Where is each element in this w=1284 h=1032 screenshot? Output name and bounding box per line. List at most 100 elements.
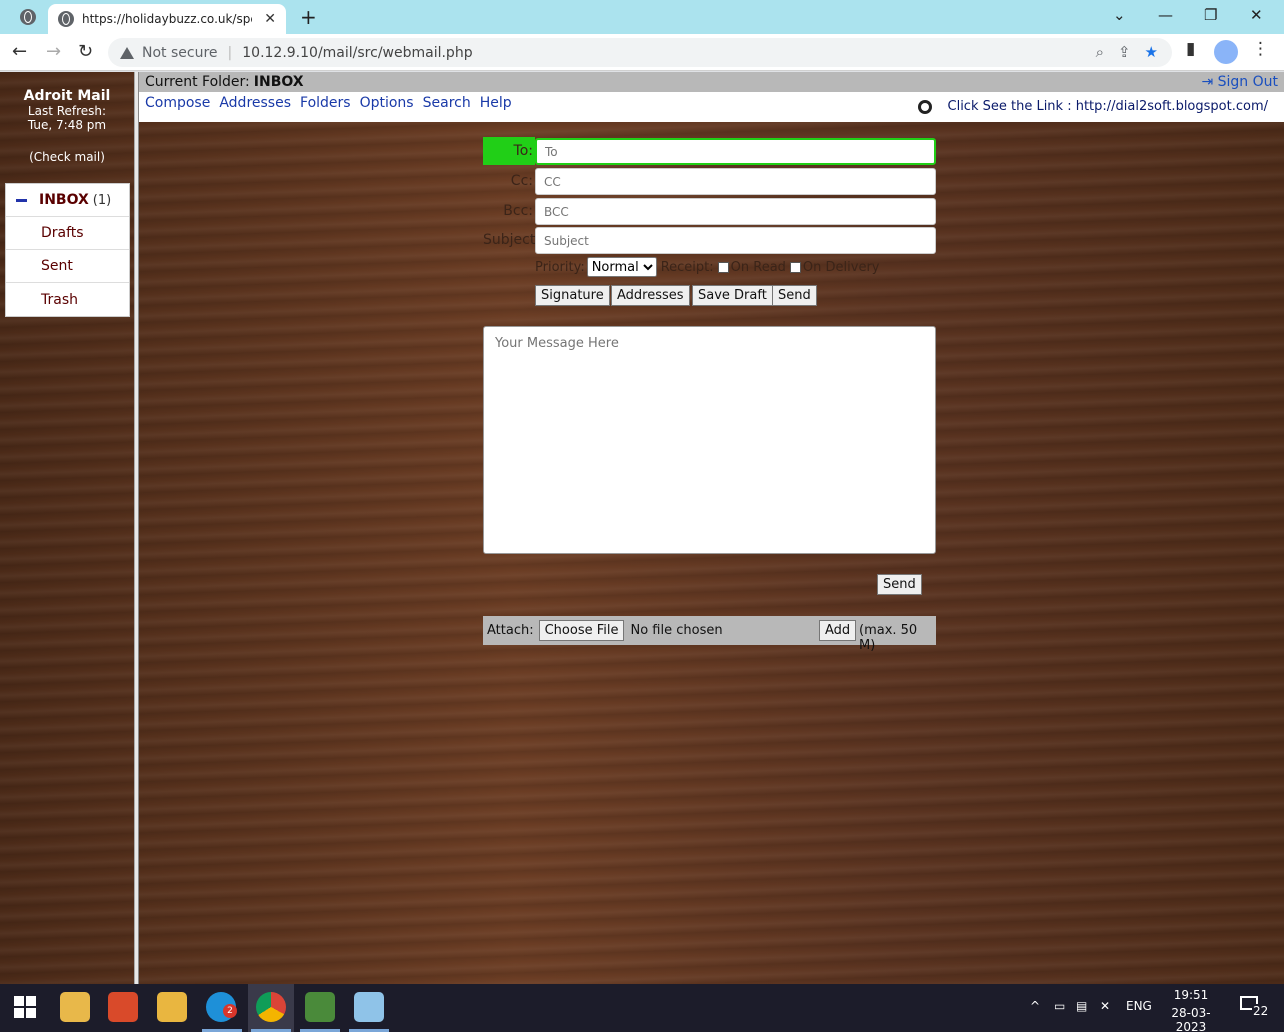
current-folder-bar: Current Folder: INBOX ⇥ Sign Out — [139, 72, 1284, 92]
browser-tab-search-icon[interactable] — [20, 9, 36, 25]
app-icon-3[interactable] — [305, 992, 335, 1022]
bcc-field[interactable] — [535, 198, 936, 225]
minimize-icon[interactable]: — — [1158, 6, 1173, 24]
site-globe-icon — [58, 11, 74, 27]
left-frame: Adroit Mail Last Refresh: Tue, 7:48 pm (… — [0, 72, 134, 984]
cc-label: Cc: — [510, 173, 533, 189]
save-draft-button[interactable]: Save Draft — [692, 285, 773, 306]
attach-bar: Attach: Choose File No file chosen Add (… — [483, 616, 936, 653]
add-attachment-button[interactable]: Add — [819, 620, 857, 641]
collapse-minus-icon[interactable] — [16, 198, 27, 202]
language-indicator[interactable]: ENG — [1126, 999, 1152, 1013]
reload-icon[interactable]: ↻ — [78, 41, 93, 62]
unread-count: (1) — [92, 192, 112, 208]
folder-sent[interactable]: Sent — [6, 250, 129, 283]
menu-bar: Compose Addresses Folders Options Search… — [139, 92, 1284, 122]
clock-time: 19:51 — [1173, 988, 1209, 1002]
folder-label: Drafts — [41, 225, 84, 241]
warning-icon — [120, 46, 134, 59]
skype-badge: 2 — [223, 1004, 237, 1018]
forward-arrow-icon[interactable]: → — [46, 41, 61, 62]
link-note[interactable]: Click See the Link : http://dial2soft.bl… — [917, 99, 1269, 114]
network-icon — [917, 99, 932, 114]
clock[interactable]: 19:51 28-03-2023 — [1160, 988, 1222, 1032]
menu-compose[interactable]: Compose — [145, 95, 210, 111]
addresses-button[interactable]: Addresses — [611, 285, 690, 306]
new-tab-button[interactable]: + — [300, 5, 317, 29]
restore-icon[interactable]: ❐ — [1204, 6, 1217, 24]
tray-chevron-icon[interactable]: ^ — [1030, 999, 1040, 1013]
url-omnibox[interactable]: Not secure | 10.12.9.10/mail/src/webmail… — [108, 38, 1172, 67]
notification-center-icon[interactable]: 22 — [1238, 994, 1270, 1020]
link-note-text[interactable]: Click See the Link : http://dial2soft.bl… — [948, 99, 1269, 114]
menu-options[interactable]: Options — [360, 95, 414, 111]
volume-muted-icon[interactable]: ✕ — [1100, 999, 1110, 1013]
close-tab-icon[interactable]: ✕ — [264, 11, 276, 27]
zoom-icon[interactable]: ⌕ — [1096, 43, 1104, 61]
tab-title: https://holidaybuzz.co.uk/specia — [82, 12, 252, 26]
send-button-bottom[interactable]: Send — [877, 574, 922, 595]
on-read-checkbox[interactable] — [717, 261, 729, 273]
send-button-top[interactable]: Send — [772, 285, 817, 306]
current-folder-label: Current Folder: — [145, 74, 250, 90]
tray-device-icon[interactable]: ▭ — [1054, 999, 1065, 1013]
cc-field[interactable] — [535, 168, 936, 195]
address-bar: ← → ↻ Not secure | 10.12.9.10/mail/src/w… — [0, 34, 1284, 71]
network-tray-icon[interactable]: ▤ — [1076, 999, 1087, 1013]
folder-list: INBOX (1) Drafts Sent Trash — [5, 183, 130, 317]
last-refresh-label: Last Refresh: — [27, 104, 107, 118]
menu-addresses[interactable]: Addresses — [219, 95, 291, 111]
menu-search[interactable]: Search — [423, 95, 471, 111]
start-windows-icon[interactable] — [14, 996, 36, 1018]
to-field[interactable] — [535, 138, 936, 165]
subject-row: Subject: — [483, 226, 943, 254]
app-icon-2[interactable] — [108, 992, 138, 1022]
url-text[interactable]: 10.12.9.10/mail/src/webmail.php — [242, 45, 472, 61]
priority-select[interactable]: Normal — [586, 257, 657, 277]
tab-search-chevron-icon[interactable]: ⌄ — [1113, 6, 1126, 24]
menu-folders[interactable]: Folders — [300, 95, 351, 111]
cc-row: Cc: — [483, 167, 943, 195]
side-panel-icon[interactable]: ▮ — [1186, 39, 1195, 59]
app-icon-1[interactable] — [60, 992, 90, 1022]
no-file-label: No file chosen — [630, 623, 723, 638]
chrome-icon[interactable] — [256, 992, 286, 1022]
close-window-icon[interactable]: ✕ — [1250, 6, 1263, 24]
subject-field[interactable] — [535, 227, 936, 254]
browser-tab[interactable]: https://holidaybuzz.co.uk/specia ✕ — [48, 4, 286, 34]
check-mail-link[interactable]: (Check mail) — [0, 150, 134, 164]
last-refresh-time: Tue, 7:48 pm — [27, 118, 107, 132]
signature-button[interactable]: Signature — [535, 285, 610, 306]
taskbar: 2 ^ ▭ ▤ ✕ ENG 19:51 28-03-2023 22 — [0, 984, 1284, 1032]
to-row: To: — [483, 137, 943, 165]
sign-out-link[interactable]: ⇥ Sign Out — [1201, 74, 1278, 90]
right-frame: Current Folder: INBOX ⇥ Sign Out Compose… — [139, 72, 1284, 984]
file-explorer-icon[interactable] — [157, 992, 187, 1022]
on-read-label: On Read — [730, 259, 786, 275]
folder-inbox[interactable]: INBOX (1) — [6, 184, 129, 217]
back-arrow-icon[interactable]: ← — [12, 41, 27, 62]
more-menu-icon[interactable]: ⋮ — [1252, 39, 1269, 59]
on-delivery-checkbox[interactable] — [789, 261, 801, 273]
on-delivery-label: On Delivery — [802, 259, 880, 275]
notification-count: 22 — [1252, 1004, 1270, 1018]
folder-drafts[interactable]: Drafts — [6, 217, 129, 250]
options-row: Priority: Normal Receipt: On Read On Del… — [535, 257, 880, 277]
bcc-row: Bcc: — [483, 197, 943, 225]
folder-label: Sent — [41, 258, 73, 274]
brand-title: Adroit Mail — [23, 88, 111, 104]
choose-file-button[interactable]: Choose File — [538, 620, 625, 641]
bookmark-star-icon[interactable]: ★ — [1145, 43, 1158, 61]
subject-label: Subject: — [483, 232, 541, 248]
profile-avatar[interactable] — [1214, 40, 1238, 64]
current-folder-name: INBOX — [253, 74, 304, 90]
security-label[interactable]: Not secure — [142, 45, 218, 61]
message-body[interactable] — [483, 326, 936, 554]
menu-help[interactable]: Help — [480, 95, 512, 111]
app-icon-4[interactable] — [354, 992, 384, 1022]
share-icon[interactable]: ⇪ — [1118, 43, 1131, 61]
folder-trash[interactable]: Trash — [6, 283, 129, 316]
browser-tab-bar: https://holidaybuzz.co.uk/specia ✕ + ⌄ —… — [0, 0, 1284, 34]
receipt-label: Receipt: — [660, 259, 714, 275]
attach-label: Attach: — [487, 623, 534, 638]
